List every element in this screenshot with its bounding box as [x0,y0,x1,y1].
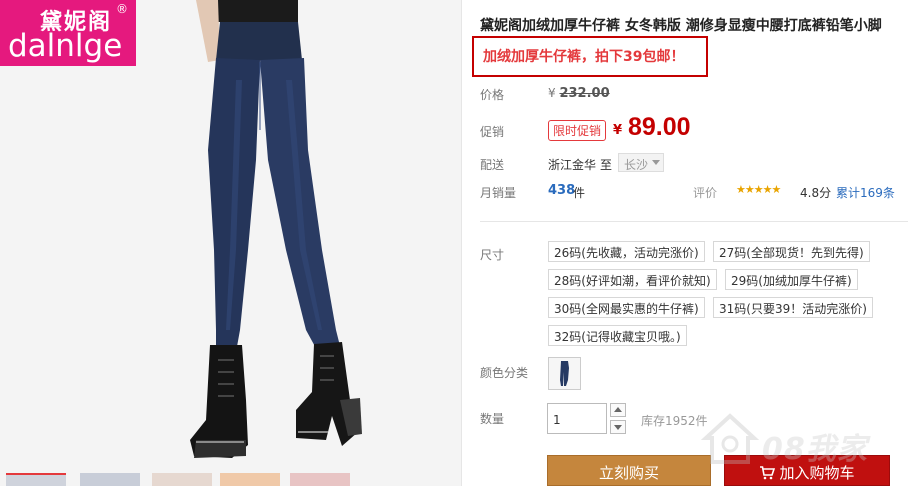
star-rating-icon: ★★★★★ [736,183,781,196]
size-option-28[interactable]: 28码(好评如潮，看评价就知) [548,269,717,290]
current-price: 89.00 [628,113,691,141]
jeans-model-illustration [190,0,362,458]
quantity-increase-button[interactable] [610,403,626,417]
watermark-text: 08我家 [762,432,868,467]
brand-logo: 黛妮阁 ® dalnlge [0,0,136,66]
size-option-30[interactable]: 30码(全网最实惠的牛仔裤) [548,297,705,318]
thumbnail-2[interactable] [80,473,140,486]
promo-note: 加绒加厚牛仔裤，拍下39包邮！ [483,49,685,65]
size-option-29[interactable]: 29码(加绒加厚牛仔裤) [725,269,858,290]
thumbnail-4[interactable] [220,473,280,486]
thumbnail-3[interactable] [152,473,212,486]
rating-score: 4.8分 [800,186,832,200]
arrow-down-icon [614,425,622,430]
original-price: ¥ 232.00 [548,86,610,101]
ship-from: 浙江金华 [548,158,597,172]
product-photo [136,0,386,470]
price-label: 价格 [480,88,505,102]
color-label: 颜色分类 [480,366,529,380]
destination-value: 长沙 [624,158,649,172]
thumbnail-1[interactable] [6,473,66,486]
size-option-32[interactable]: 32码(记得收藏宝贝哦。) [548,325,687,346]
promo-highlight-box: 加绒加厚牛仔裤，拍下39包邮！ [472,36,708,77]
current-currency: ¥ [613,123,623,138]
registered-mark: ® [116,2,128,16]
buy-now-button[interactable]: 立刻购买 [547,455,711,486]
original-currency: ¥ [548,86,556,100]
size-option-26[interactable]: 26码(先收藏，活动完涨价) [548,241,705,262]
destination-select[interactable]: 长沙 [618,153,664,172]
original-price-value: 232.00 [559,86,610,101]
site-watermark: 08我家 [700,410,900,470]
limited-sale-badge: 限时促销 [548,120,607,141]
quantity-label: 数量 [480,412,505,426]
arrow-up-icon [614,407,622,412]
product-title: 黛妮阁加绒加厚牛仔裤 女冬韩版 潮修身显瘦中腰打底裤铅笔小脚 [480,18,882,34]
thumbnail-strip [0,473,461,486]
monthly-sales-count: 438 [548,183,576,198]
quantity-input[interactable]: 1 [547,403,607,434]
size-option-27[interactable]: 27码(全部现货！先到先得) [713,241,870,262]
promo-label: 促销 [480,125,505,139]
review-count-link[interactable]: 累计169条 [836,184,895,201]
ship-to-word: 至 [600,158,613,172]
brand-name-en: dalnlge [8,28,123,64]
quantity-decrease-button[interactable] [610,420,626,434]
thumbnail-5[interactable] [290,473,350,486]
color-swatch[interactable] [548,357,581,390]
monthly-sales-unit: 件 [573,186,586,200]
size-option-31[interactable]: 31码(只要39！活动完涨价) [713,297,873,318]
rating-label: 评价 [693,186,718,200]
buy-now-label: 立刻购买 [598,464,659,482]
monthly-sales-label: 月销量 [480,186,517,200]
stock-count: 库存1952件 [641,414,708,428]
product-gallery: 黛妮阁 ® dalnlge [0,0,462,486]
house-icon [700,413,760,464]
size-label: 尺寸 [480,248,505,262]
divider [480,221,908,222]
shipping-label: 配送 [480,158,505,172]
jeans-thumbnail-icon [560,361,569,386]
chevron-down-icon [652,160,660,165]
